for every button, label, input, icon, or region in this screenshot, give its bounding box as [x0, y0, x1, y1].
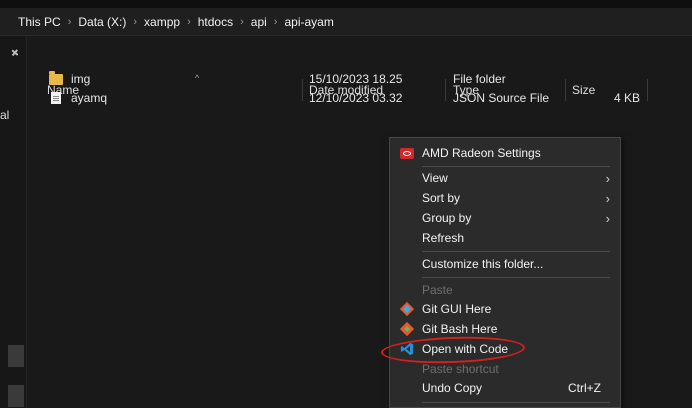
menu-item-customize-folder[interactable]: Customize this folder... — [390, 254, 620, 274]
chevron-right-icon: › — [67, 15, 72, 28]
nav-item-partial[interactable]: al — [0, 108, 9, 122]
file-type: File folder — [453, 72, 506, 86]
breadcrumb-this-pc[interactable]: This PC — [18, 15, 61, 29]
amd-radeon-icon — [400, 147, 414, 159]
list-item[interactable]: ayamq 12/10/2023 03.32 JSON Source File … — [27, 89, 692, 107]
chevron-right-icon: › — [605, 170, 610, 186]
menu-separator — [422, 166, 610, 167]
context-menu: AMD Radeon Settings View › Sort by › Gro… — [389, 137, 621, 408]
menu-item-git-bash-here[interactable]: Git Bash Here — [390, 319, 620, 339]
file-name: img — [71, 72, 91, 86]
menu-item-paste[interactable]: Paste — [390, 280, 620, 300]
breadcrumb-htdocs[interactable]: htdocs — [198, 15, 233, 29]
menu-item-group-by[interactable]: Group by › — [390, 208, 620, 228]
folder-icon — [49, 70, 63, 85]
chevron-right-icon: › — [240, 15, 244, 28]
menu-item-sort-by[interactable]: Sort by › — [390, 188, 620, 208]
chevron-right-icon: › — [273, 15, 278, 28]
file-size: 4 KB — [613, 91, 640, 105]
nav-item-block[interactable] — [8, 385, 24, 407]
breadcrumb-api[interactable]: api — [251, 15, 267, 29]
breadcrumb[interactable]: This PC › Data (X:) › xampp › htdocs › a… — [0, 8, 692, 36]
file-date: 12/10/2023 03.32 — [309, 91, 403, 105]
breadcrumb-xampp[interactable]: xampp — [144, 15, 180, 29]
menu-item-refresh[interactable]: Refresh — [390, 228, 620, 248]
menu-separator — [422, 402, 610, 403]
window-top-strip — [0, 0, 692, 8]
menu-item-git-gui-here[interactable]: Git GUI Here — [390, 299, 620, 319]
menu-item-amd-radeon-settings[interactable]: AMD Radeon Settings — [390, 143, 620, 163]
menu-item-undo-copy[interactable]: Undo Copy Ctrl+Z — [390, 378, 620, 398]
file-name: ayamq — [71, 91, 108, 105]
menu-separator — [422, 277, 610, 278]
menu-separator — [422, 251, 610, 252]
breadcrumb-api-ayam[interactable]: api-ayam — [284, 15, 333, 29]
chevron-right-icon: › — [187, 15, 191, 28]
list-item[interactable]: img 15/10/2023 18.25 File folder — [27, 70, 692, 88]
git-gui-icon — [399, 301, 415, 317]
chevron-right-icon: › — [605, 210, 610, 226]
file-date: 15/10/2023 18.25 — [309, 72, 403, 86]
breadcrumb-data-drive[interactable]: Data (X:) — [78, 15, 126, 29]
git-bash-icon — [399, 321, 415, 337]
chevron-right-icon: › — [133, 15, 138, 28]
chevron-right-icon: › — [605, 190, 610, 206]
file-size — [572, 70, 640, 88]
menu-item-view[interactable]: View › — [390, 168, 620, 188]
file-type: JSON Source File — [453, 91, 550, 105]
nav-item-block[interactable] — [8, 345, 24, 367]
shortcut-label: Ctrl+Z — [568, 381, 601, 395]
json-file-icon — [51, 92, 61, 104]
